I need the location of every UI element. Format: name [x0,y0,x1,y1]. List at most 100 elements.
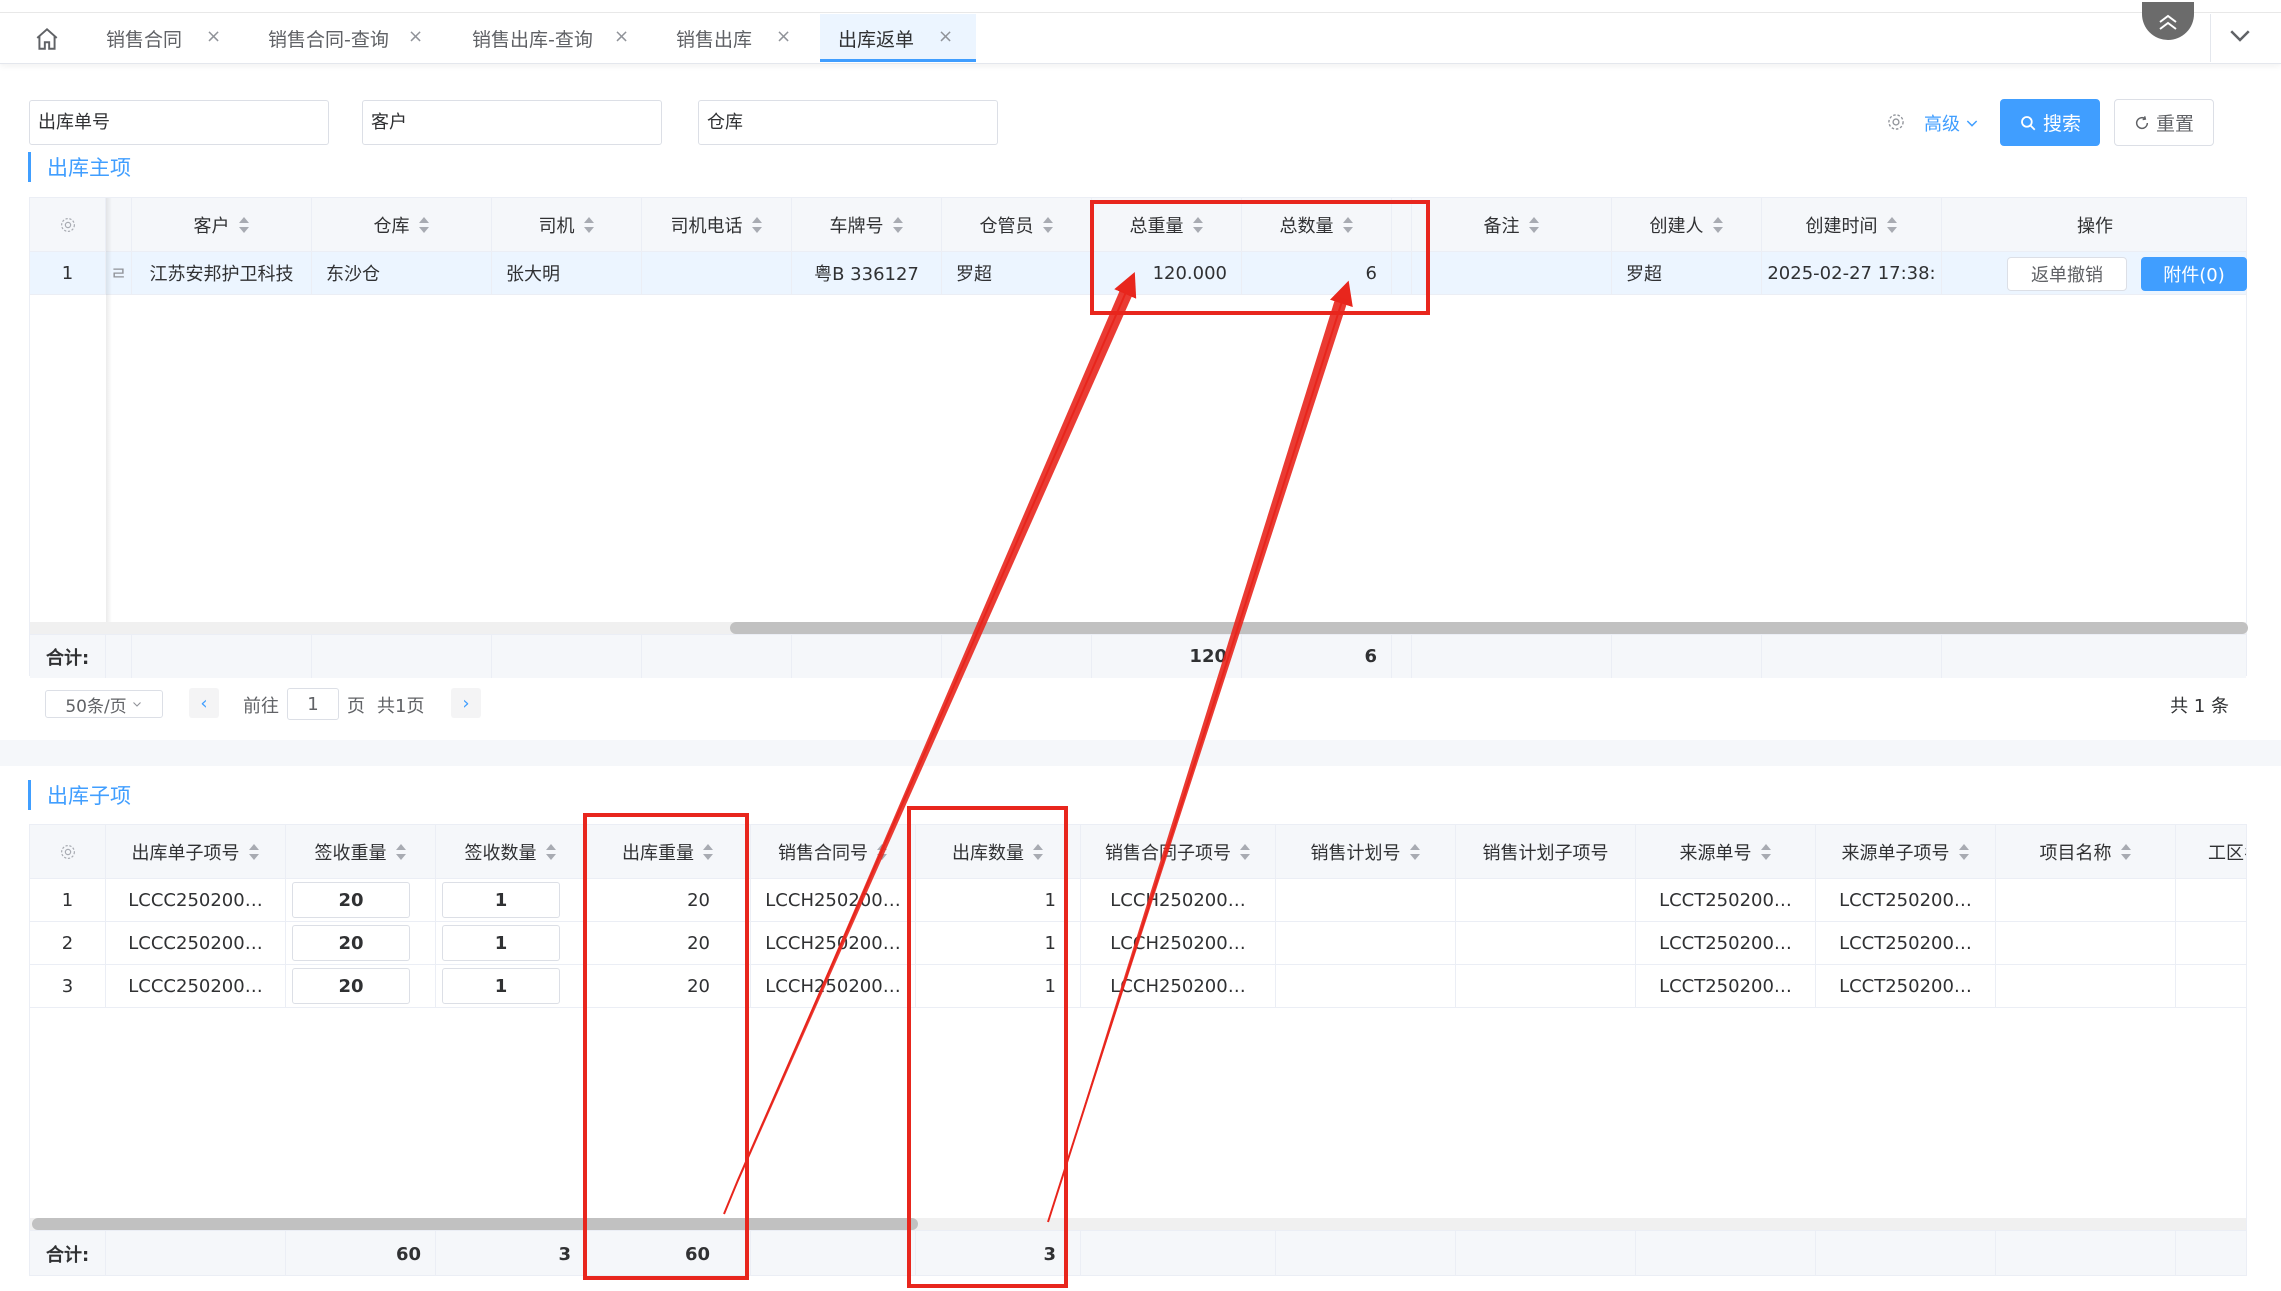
sort-icon[interactable] [1342,216,1354,234]
header-area[interactable]: 工区名称 [2176,825,2246,878]
row-index: 1 [30,879,106,921]
sort-icon[interactable] [1192,216,1204,234]
scrollbar-thumb[interactable] [32,1218,918,1230]
table-row[interactable]: 2 LCCC250200… 20 1 20 LCCH250200… 1 LCCH… [30,922,2246,965]
header-total-weight[interactable]: 总重量 [1092,198,1242,251]
header-contract-no[interactable]: 销售合同号 [751,825,916,878]
close-icon[interactable]: × [776,26,791,47]
cell-area [2176,922,2246,964]
header-label: 创建人 [1649,215,1704,237]
sort-icon[interactable] [583,216,595,234]
reset-button[interactable]: 重置 [2114,99,2214,146]
sort-icon[interactable] [702,843,714,861]
tab-sales-outbound[interactable]: 销售出库 × [658,14,808,62]
header-label: 来源单子项号 [1841,842,1950,864]
table-row[interactable]: 1 LCCC250200… 20 1 20 LCCH250200… 1 LCCH… [30,879,2246,922]
column-settings[interactable] [30,198,106,251]
sort-icon[interactable] [1712,216,1724,234]
header-driver[interactable]: 司机 [492,198,642,251]
sort-icon[interactable] [1239,843,1251,861]
tab-sales-contract[interactable]: 销售合同 × [88,14,238,62]
advanced-search-link[interactable]: 高级 [1924,110,1980,136]
tab-sales-contract-query[interactable]: 销售合同-查询 × [250,14,440,62]
sort-icon[interactable] [1032,843,1044,861]
sort-icon[interactable] [238,216,250,234]
sort-icon[interactable] [545,843,557,861]
close-icon[interactable]: × [408,26,423,47]
sign-qty-input[interactable]: 1 [442,925,560,961]
sort-icon[interactable] [418,216,430,234]
tab-label: 销售合同-查询 [268,28,389,51]
header-warehouse[interactable]: 仓库 [312,198,492,251]
header-sign-qty[interactable]: 签收数量 [436,825,586,878]
header-creator[interactable]: 创建人 [1612,198,1762,251]
table-row[interactable]: 1 ㄹ 江苏安邦护卫科技 东沙仓 张大明 粤B 336127 罗超 120.00… [30,252,2247,295]
footer-empty [1276,1231,1456,1275]
attachment-button[interactable]: 附件(0) [2141,257,2247,291]
header-total-qty[interactable]: 总数量 [1242,198,1392,251]
sort-icon[interactable] [1886,216,1898,234]
header-project[interactable]: 项目名称 [1996,825,2176,878]
sign-weight-input[interactable]: 20 [292,925,410,961]
cell-out-qty: 1 [916,922,1081,964]
header-out-weight[interactable]: 出库重量 [586,825,751,878]
next-page-button[interactable]: › [451,688,481,718]
footer-total-qty: 6 [1242,635,1392,678]
header-contract-sub-no[interactable]: 销售合同子项号 [1081,825,1276,878]
scrollbar-thumb[interactable] [730,622,2248,634]
search-button[interactable]: 搜索 [2000,99,2100,146]
sort-icon[interactable] [1760,843,1772,861]
sign-weight-input[interactable]: 20 [292,968,410,1004]
cell-sub-no: LCCC250200… [106,965,286,1007]
header-customer[interactable]: 客户 [132,198,312,251]
header-sign-weight[interactable]: 签收重量 [286,825,436,878]
sort-icon[interactable] [892,216,904,234]
cell-sign-qty: 1 [436,965,586,1007]
customer-input[interactable] [362,100,662,145]
footer-empty [1996,1231,2176,1275]
header-source-sub-no[interactable]: 来源单子项号 [1816,825,1996,878]
order-no-input[interactable] [29,100,329,145]
header-plate[interactable]: 车牌号 [792,198,942,251]
sub-table-scrollbar[interactable] [30,1218,2246,1230]
sort-icon[interactable] [248,843,260,861]
header-source-no[interactable]: 来源单号 [1636,825,1816,878]
header-created-at[interactable]: 创建时间 [1762,198,1942,251]
tab-sales-outbound-query[interactable]: 销售出库-查询 × [454,14,644,62]
sign-weight-input[interactable]: 20 [292,882,410,918]
sort-icon[interactable] [1958,843,1970,861]
close-icon[interactable]: × [206,26,221,47]
collapse-header-button[interactable] [2142,2,2194,40]
warehouse-input[interactable] [698,100,998,145]
cell-contract-no: LCCH250200… [751,922,916,964]
chevron-down-icon[interactable] [2225,20,2255,50]
sign-qty-input[interactable]: 1 [442,968,560,1004]
close-icon[interactable]: × [938,26,953,47]
sort-icon[interactable] [1528,216,1540,234]
revoke-return-button[interactable]: 返单撤销 [2007,257,2127,291]
sort-icon[interactable] [2120,843,2132,861]
sort-icon[interactable] [751,216,763,234]
header-keeper[interactable]: 仓管员 [942,198,1092,251]
sort-icon[interactable] [876,843,888,861]
home-icon[interactable] [34,26,60,52]
close-icon[interactable]: × [614,26,629,47]
cell-source-sub-no: LCCT250200… [1816,879,1996,921]
header-plan-no[interactable]: 销售计划号 [1276,825,1456,878]
header-remark[interactable]: 备注 [1412,198,1612,251]
tab-outbound-return[interactable]: 出库返单 × [820,14,976,62]
page-size-select[interactable]: 50条/页 [45,690,163,718]
header-driver-phone[interactable]: 司机电话 [642,198,792,251]
header-plan-sub-no[interactable]: 销售计划子项号 [1456,825,1636,878]
sort-icon[interactable] [395,843,407,861]
header-out-qty[interactable]: 出库数量 [916,825,1081,878]
page-jump-input[interactable] [287,688,339,720]
sign-qty-input[interactable]: 1 [442,882,560,918]
table-row[interactable]: 3 LCCC250200… 20 1 20 LCCH250200… 1 LCCH… [30,965,2246,1008]
sort-icon[interactable] [1409,843,1421,861]
main-table-scrollbar[interactable] [30,622,2248,634]
sort-icon[interactable] [1042,216,1054,234]
header-sub-no[interactable]: 出库单子项号 [106,825,286,878]
prev-page-button[interactable]: ‹ [189,688,219,718]
column-settings[interactable] [30,825,106,878]
